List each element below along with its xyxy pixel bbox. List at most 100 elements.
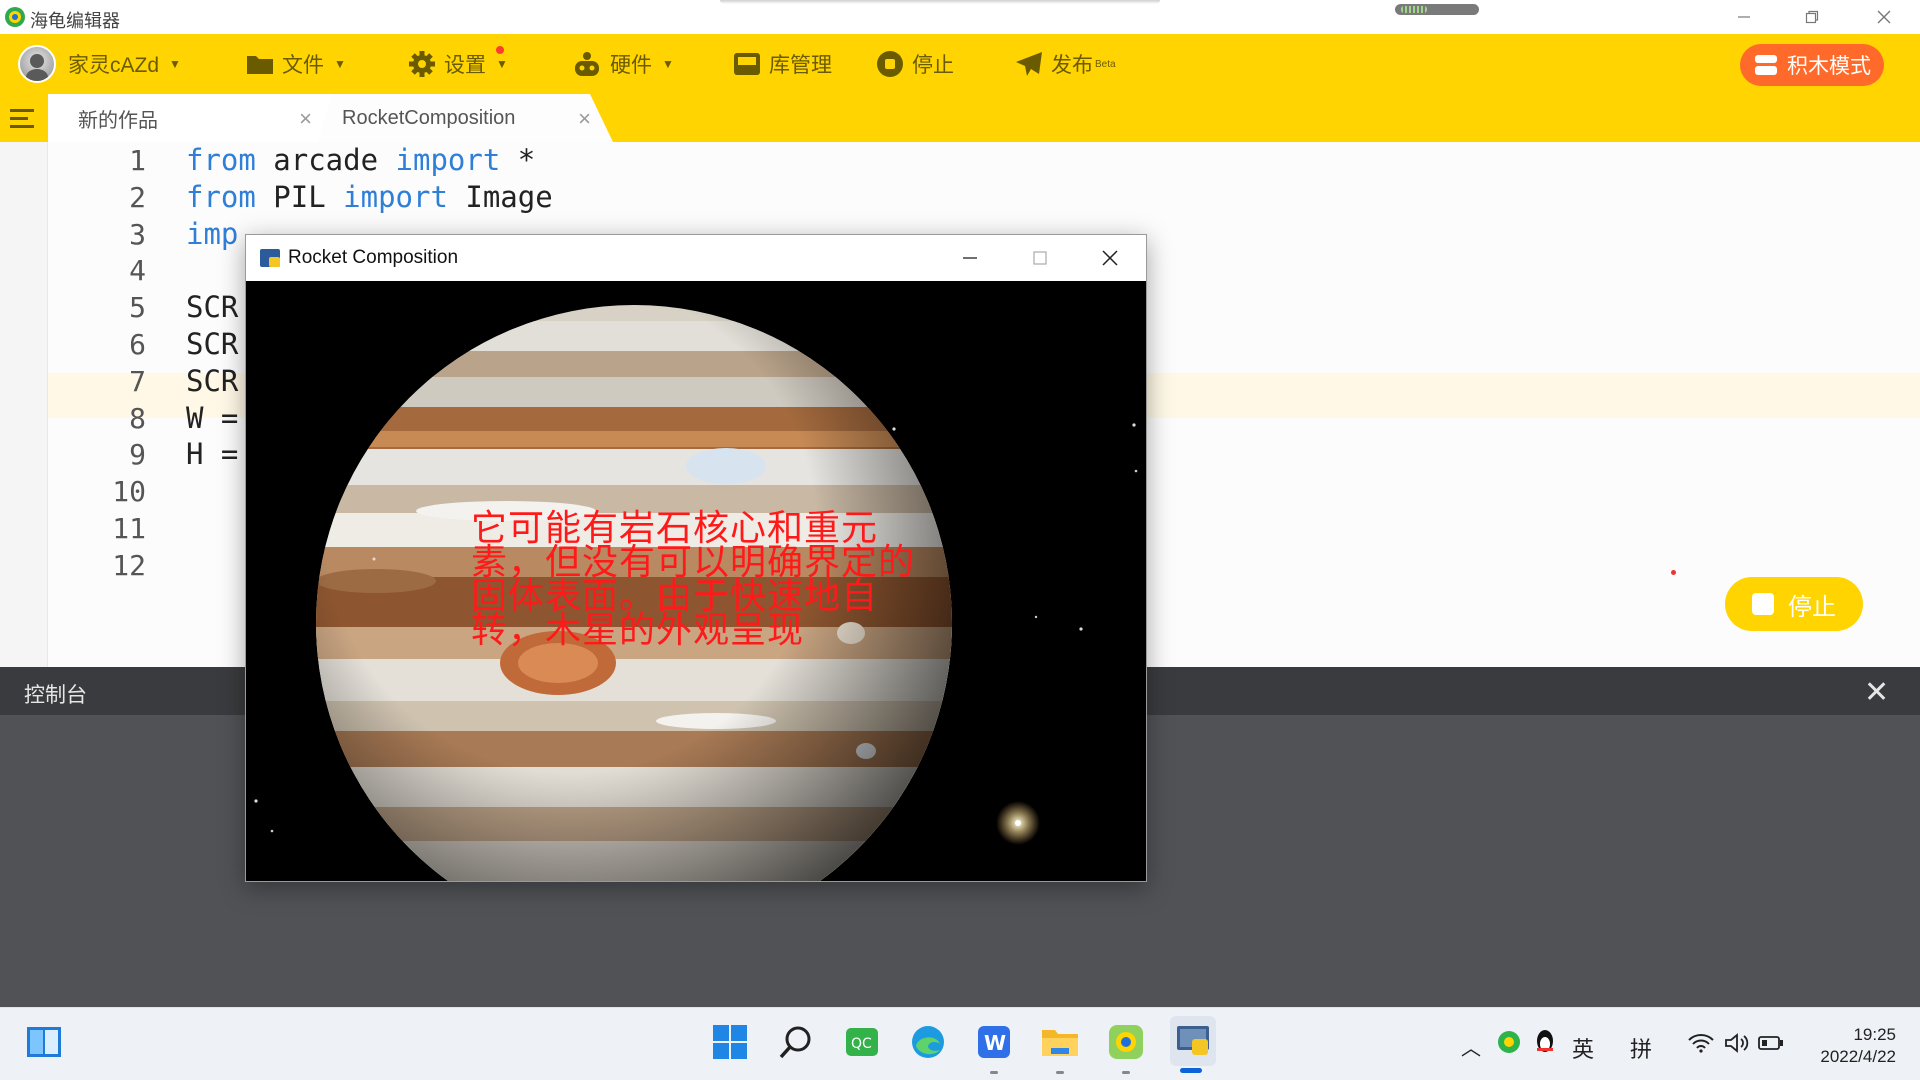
hardware-menu-label: 硬件	[610, 54, 652, 77]
paper-plane-icon	[1016, 52, 1042, 76]
code-keyword: imp	[186, 216, 239, 251]
taskbar-turtle-editor[interactable]	[1104, 1020, 1148, 1064]
line-number: 1	[129, 144, 146, 177]
tray-app-icon-1[interactable]	[1494, 1024, 1524, 1060]
wifi-icon	[1688, 1034, 1714, 1053]
block-mode-button[interactable]: 积木模式	[1740, 44, 1884, 86]
tray-language[interactable]: 英	[1572, 1032, 1594, 1064]
taskbar-python-app[interactable]	[1170, 1016, 1216, 1066]
window-title: Rocket Composition	[288, 247, 459, 268]
stop-toolbar-label: 停止	[912, 54, 954, 77]
clock-date: 2022/4/22	[1820, 1047, 1896, 1066]
start-button[interactable]	[708, 1020, 752, 1064]
app-titlebar: 海龟编辑器	[0, 0, 1920, 34]
rocket-composition-window[interactable]: Rocket Composition 它可能有岩石核心和重元素，但没有可以明确界…	[245, 234, 1147, 882]
code-line[interactable]: imp	[186, 217, 238, 251]
editor-gutter	[0, 142, 48, 667]
widgets-icon	[27, 1027, 61, 1057]
app-running-indicator	[990, 1071, 998, 1074]
line-number: 7	[129, 364, 146, 398]
publish-button[interactable]: 发布 Beta	[1015, 34, 1116, 94]
game-canvas[interactable]: 它可能有岩石核心和重元素，但没有可以明确界定的固体表面。由于快速地自转，木星的外…	[246, 281, 1146, 881]
line-number: 8	[129, 401, 146, 435]
publish-label: 发布	[1051, 54, 1093, 77]
code-text: Image	[447, 179, 553, 214]
taskbar-edge-app[interactable]	[906, 1020, 950, 1064]
chevron-down-icon: ▼	[496, 57, 508, 71]
svg-text:QC: QC	[851, 1036, 872, 1052]
window-minimize-button[interactable]	[938, 235, 1002, 281]
settings-menu[interactable]: 设置 ▼	[408, 34, 508, 94]
stop-toolbar-button[interactable]: 停止	[876, 34, 954, 94]
overlay-caption: 它可能有岩石核心和重元素，但没有可以明确界定的固体表面。由于快速地自转，木星的外…	[471, 507, 916, 650]
taskbar-file-explorer[interactable]	[1038, 1020, 1082, 1064]
search-button[interactable]	[774, 1020, 818, 1064]
line-number: 10	[112, 475, 146, 509]
minimize-button[interactable]	[1716, 0, 1772, 34]
clock-time: 19:25	[1853, 1025, 1896, 1044]
notification-dot	[496, 46, 504, 54]
close-tab-icon[interactable]: ×	[299, 106, 312, 132]
minimize-icon	[1738, 16, 1750, 18]
line-number: 9	[129, 438, 146, 472]
code-line[interactable]: from PIL import Image	[186, 180, 553, 214]
file-menu-label: 文件	[282, 54, 324, 77]
tab-new-work[interactable]: 新的作品 ×	[48, 94, 334, 142]
library-manager-button[interactable]: 库管理	[733, 34, 832, 94]
taskbar-qc-app[interactable]: QC	[840, 1020, 884, 1064]
stop-run-label: 停止	[1788, 593, 1836, 621]
code-keyword: from	[186, 143, 256, 177]
tray-qq-icon[interactable]	[1530, 1024, 1560, 1060]
tray-wifi[interactable]	[1686, 1026, 1716, 1060]
code-line[interactable]: W =	[186, 401, 238, 435]
avatar	[18, 45, 56, 83]
tray-clock[interactable]: 19:25 2022/4/22	[1800, 1024, 1896, 1068]
green-circle-app-icon	[1498, 1031, 1520, 1053]
line-number: 12	[112, 548, 146, 582]
gear-icon	[409, 51, 435, 77]
app-running-indicator	[1056, 1071, 1064, 1074]
tab-rocket-composition[interactable]: RocketComposition ×	[318, 94, 613, 142]
speaker-icon	[1725, 1033, 1749, 1053]
edge-browser-icon	[912, 1026, 944, 1058]
close-tab-icon[interactable]: ×	[578, 106, 591, 132]
app-running-indicator	[1122, 1071, 1130, 1074]
library-manager-label: 库管理	[769, 54, 832, 77]
close-icon	[1102, 250, 1118, 266]
line-number: 3	[129, 217, 146, 251]
file-menu[interactable]: 文件 ▼	[246, 34, 346, 94]
restore-button[interactable]	[1784, 0, 1840, 34]
window-titlebar[interactable]: Rocket Composition	[246, 235, 1146, 281]
stop-run-button[interactable]: 停止	[1725, 577, 1863, 631]
chevron-down-icon: ▼	[334, 57, 346, 71]
tray-ime[interactable]: 拼	[1630, 1032, 1652, 1064]
window-maximize-button[interactable]	[1008, 235, 1072, 281]
code-line[interactable]: SCR	[186, 364, 238, 398]
code-keyword: from	[186, 179, 256, 214]
user-menu[interactable]: 家灵cAZd ▼	[18, 34, 181, 94]
tray-volume[interactable]	[1722, 1026, 1752, 1060]
blocks-icon	[1755, 55, 1777, 75]
close-console-icon[interactable]: ✕	[1864, 675, 1889, 710]
wps-writer-icon: W	[978, 1026, 1010, 1058]
code-line[interactable]: from arcade import *	[186, 143, 535, 177]
editor-tab-bar: 新的作品 × RocketComposition ×	[0, 94, 1920, 142]
code-line[interactable]: H =	[186, 437, 238, 471]
window-close-button[interactable]	[1078, 235, 1142, 281]
app-title: 海龟编辑器	[30, 11, 120, 31]
code-line[interactable]: SCR	[186, 327, 238, 361]
tray-battery[interactable]	[1756, 1026, 1786, 1060]
chevron-down-icon: ▼	[662, 57, 674, 71]
robot-icon	[575, 52, 599, 76]
qc-app-icon: QC	[846, 1028, 878, 1056]
taskbar-wps-app[interactable]: W	[972, 1020, 1016, 1064]
tray-expand-button[interactable]: ︿	[1461, 1032, 1481, 1061]
penguin-icon	[1537, 1030, 1553, 1052]
code-text: W =	[186, 400, 239, 435]
close-app-button[interactable]	[1856, 0, 1912, 34]
folder-icon	[1042, 1030, 1078, 1056]
hardware-menu[interactable]: 硬件 ▼	[572, 34, 674, 94]
code-line[interactable]: SCR	[186, 290, 238, 324]
hamburger-menu-icon[interactable]	[8, 106, 38, 132]
widgets-button[interactable]	[22, 1020, 66, 1064]
